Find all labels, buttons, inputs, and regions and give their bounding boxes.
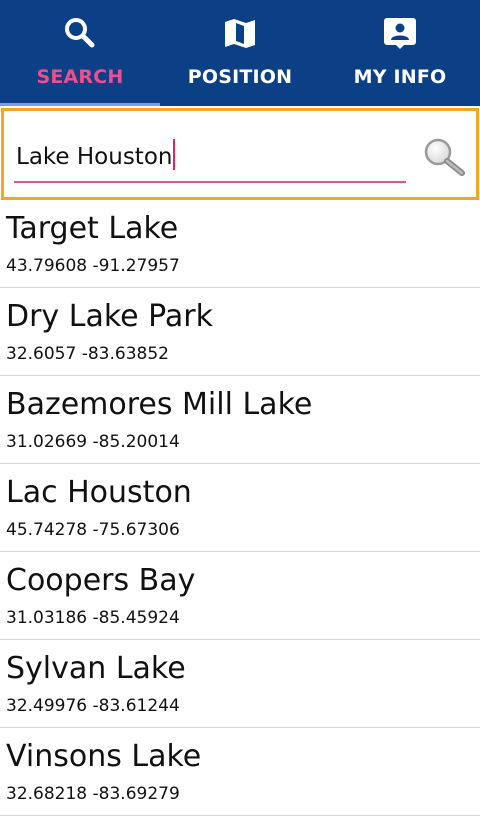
tab-position[interactable]: POSITION [160, 0, 320, 106]
result-coords: 45.74278 -75.67306 [6, 520, 180, 540]
search-underline [14, 181, 406, 183]
result-name: Target Lake [6, 211, 179, 246]
list-item[interactable]: Vinsons Lake 32.68218 -83.69279 [0, 728, 480, 816]
search-input-value: Lake Houston [16, 144, 173, 170]
result-coords: 32.68218 -83.69279 [6, 784, 180, 804]
list-item[interactable]: Bazemores Mill Lake 31.02669 -85.20014 [0, 376, 480, 464]
result-name: Sylvan Lake [6, 651, 186, 686]
magnifier-icon[interactable] [418, 135, 468, 179]
list-item[interactable]: Sylvan Lake 32.49976 -83.61244 [0, 640, 480, 728]
result-name: Bazemores Mill Lake [6, 387, 313, 422]
result-name: Coopers Bay [6, 563, 196, 598]
tab-position-label: POSITION [187, 66, 293, 88]
search-box: Lake Houston [1, 108, 479, 200]
search-input[interactable]: Lake Houston [16, 139, 176, 170]
result-name: Vinsons Lake [6, 739, 202, 774]
list-item[interactable]: Coopers Bay 31.03186 -85.45924 [0, 552, 480, 640]
search-icon [65, 18, 95, 48]
result-name: Dry Lake Park [6, 299, 213, 334]
list-item[interactable]: Dry Lake Park 32.6057 -83.63852 [0, 288, 480, 376]
list-item[interactable]: Lac Houston 45.74278 -75.67306 [0, 464, 480, 552]
contact-card-icon [384, 18, 416, 49]
result-coords: 32.49976 -83.61244 [6, 696, 180, 716]
result-coords: 32.6057 -83.63852 [6, 344, 169, 364]
tab-bar: SEARCH POSITION MY INFO [0, 0, 480, 106]
result-coords: 31.02669 -85.20014 [6, 432, 180, 452]
result-coords: 43.79608 -91.27957 [6, 256, 180, 276]
tab-search[interactable]: SEARCH [0, 0, 160, 106]
list-item[interactable]: Target Lake 43.79608 -91.27957 [0, 200, 480, 288]
text-caret [173, 139, 176, 170]
tab-search-label: SEARCH [36, 66, 124, 88]
result-coords: 31.03186 -85.45924 [6, 608, 180, 628]
map-icon [225, 19, 255, 48]
tab-my-info[interactable]: MY INFO [320, 0, 480, 106]
tab-my-info-label: MY INFO [353, 66, 447, 88]
result-name: Lac Houston [6, 475, 192, 510]
results-list: Target Lake 43.79608 -91.27957 Dry Lake … [0, 200, 480, 816]
